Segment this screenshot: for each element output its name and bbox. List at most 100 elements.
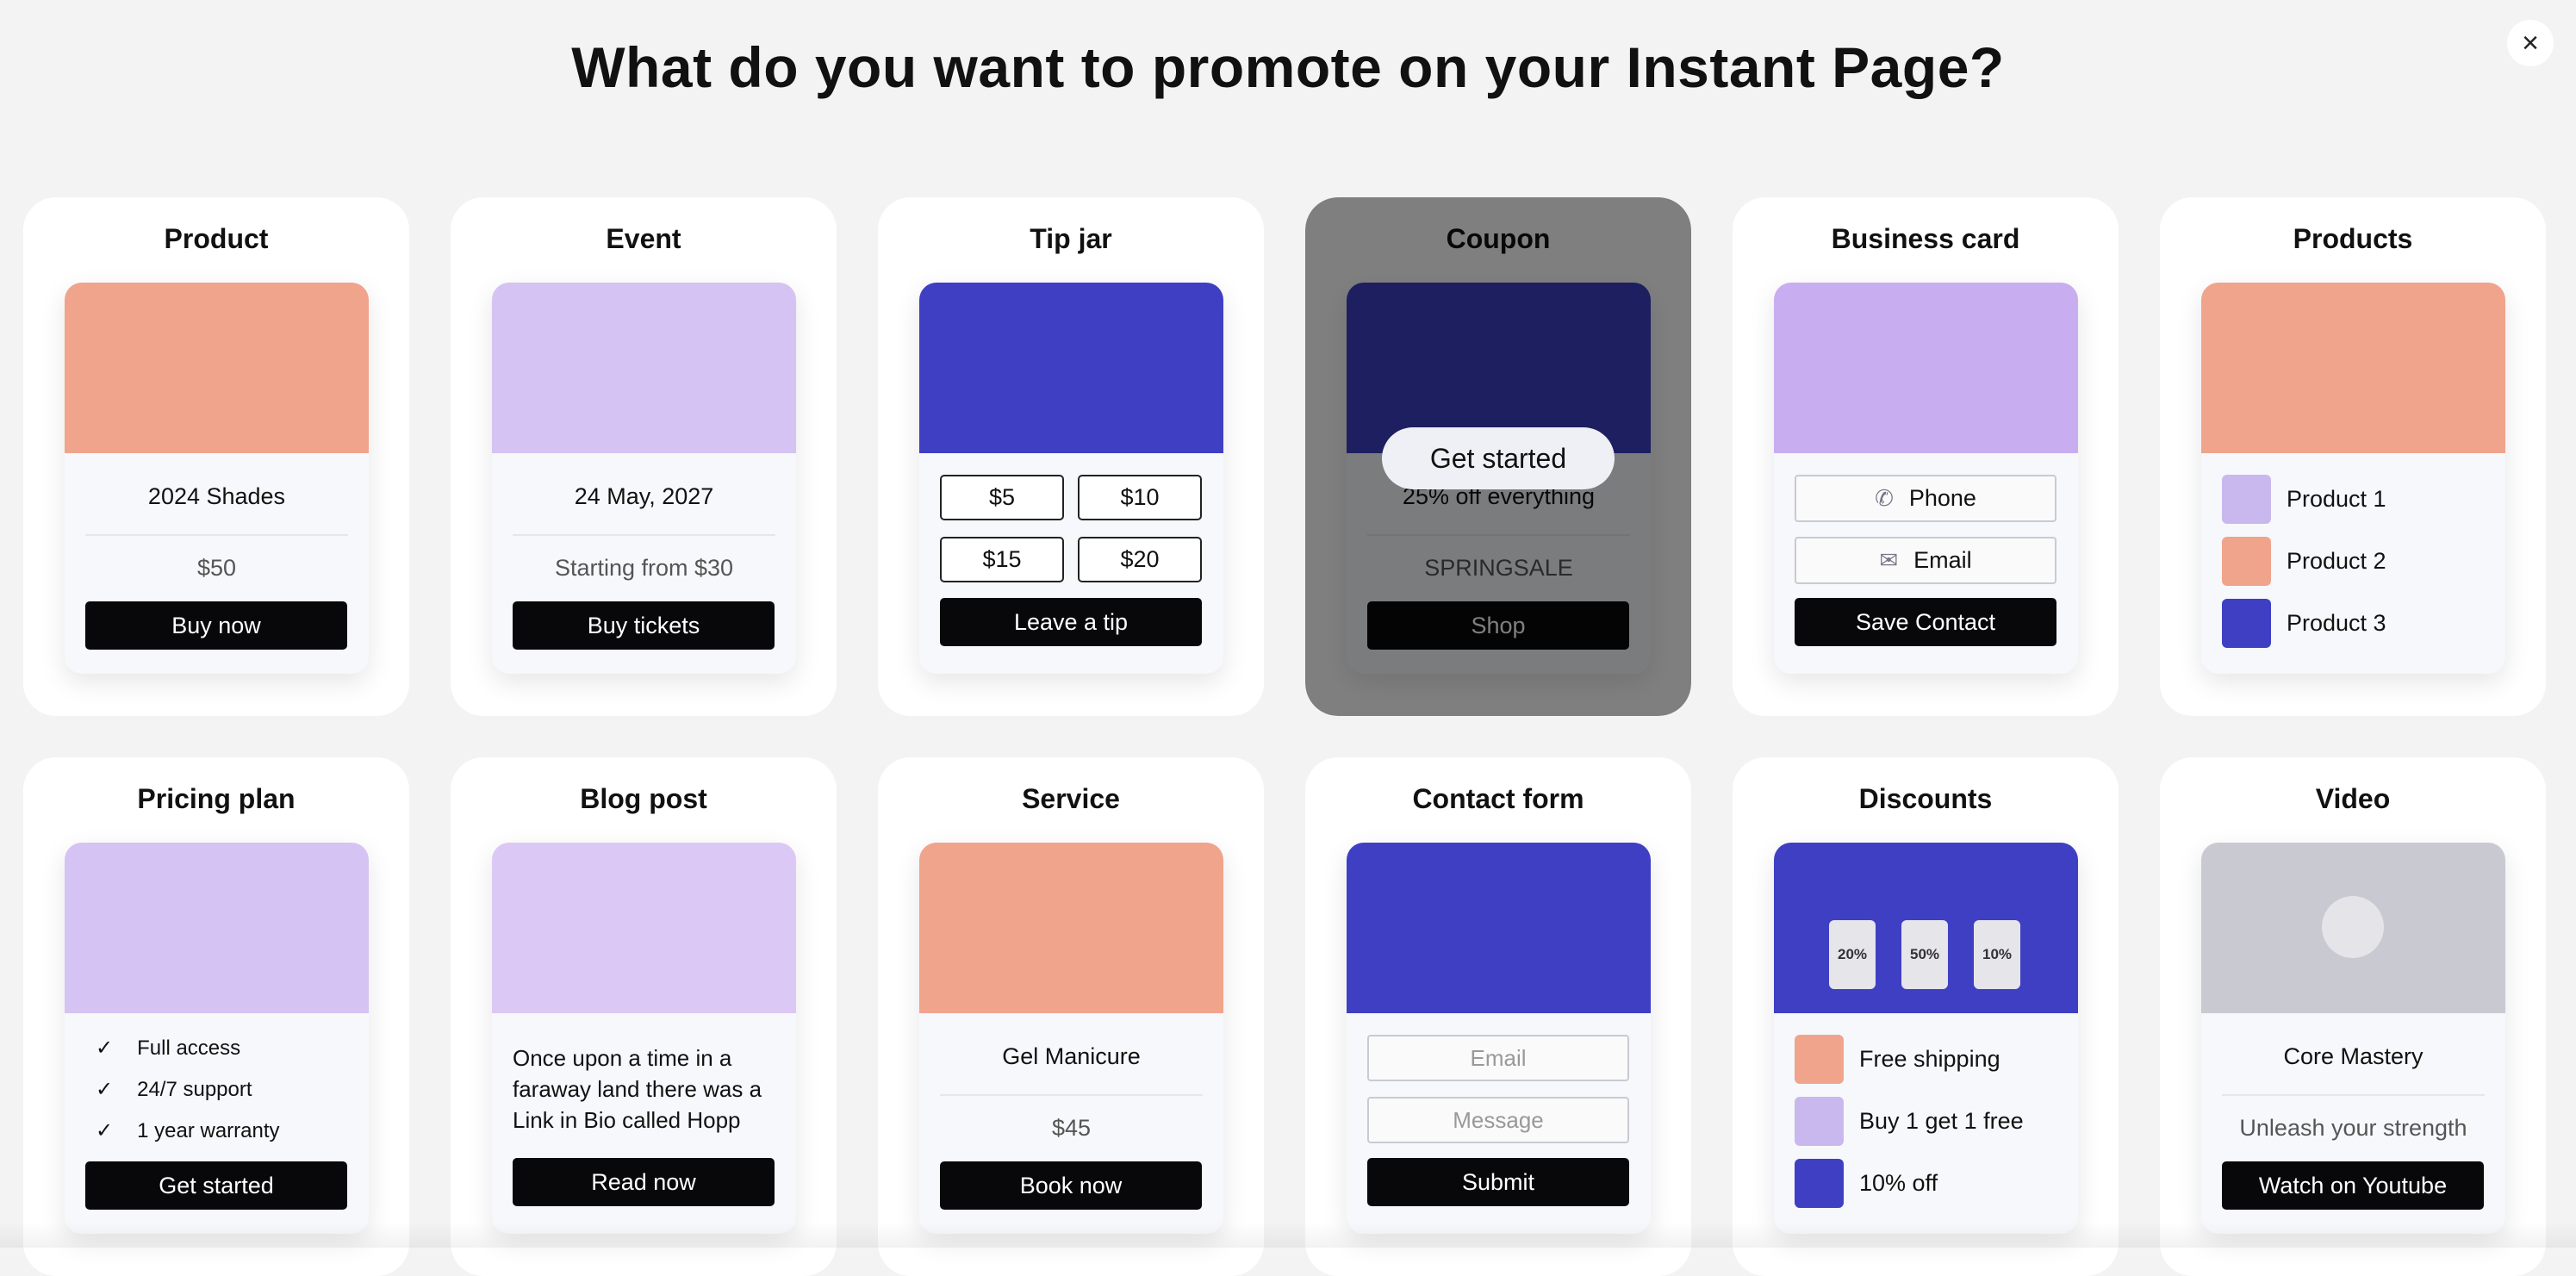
post-excerpt: Once upon a time in a faraway land there… <box>513 1043 775 1136</box>
template-grid: Product 2024 Shades$50Buy now Event 24 May,… <box>23 197 2546 1276</box>
preview-card: 2024 Shades$50Buy now <box>65 283 369 674</box>
tile-product[interactable]: Product 2024 Shades$50Buy now <box>23 197 409 716</box>
tile-service[interactable]: Service Gel Manicure $45 Book now <box>878 757 1264 1276</box>
price-tag: 10% <box>1974 920 2020 989</box>
preview-body: 2024 Shades$50Buy now <box>65 453 369 674</box>
preview-image <box>2201 283 2505 453</box>
tile-title: Discounts <box>1733 783 2119 815</box>
item-thumbnail <box>1795 1035 1844 1084</box>
divider <box>940 1094 1203 1096</box>
item-label: Free shipping <box>1859 1046 2000 1073</box>
tile-title: Contact form <box>1305 783 1691 815</box>
tile-discounts[interactable]: Discounts20%50%10%Free shippingBuy 1 get… <box>1733 757 2119 1276</box>
list-item[interactable]: 10% off <box>1795 1159 1938 1208</box>
action-label: Phone <box>1909 485 1976 512</box>
item-name: 24 May, 2027 <box>492 483 796 510</box>
cta-button[interactable]: Book now <box>940 1161 1202 1210</box>
item-name: Gel Manicure <box>919 1043 1223 1070</box>
tile-title: Products <box>2160 223 2546 255</box>
preview-card: 24 May, 2027 Starting from $30 Buy tickets <box>492 283 796 674</box>
feature-item: ✓ 1 year warranty <box>96 1118 280 1143</box>
check-icon: ✓ <box>96 1036 113 1061</box>
item-label: Product 1 <box>2287 486 2386 513</box>
item-thumbnail <box>2222 537 2271 586</box>
preview-image <box>65 283 369 453</box>
tile-title: Video <box>2160 783 2546 815</box>
cta-button[interactable]: Leave a tip <box>940 598 1202 646</box>
item-name: Core Mastery <box>2201 1043 2505 1070</box>
contact-email-button[interactable]: ✉ Email <box>1795 537 2056 584</box>
tile-title: Service <box>878 783 1264 815</box>
tile-video[interactable]: Video Core Mastery Unleash your strength Wa… <box>2160 757 2546 1276</box>
tip-option[interactable]: $10 <box>1078 475 1202 520</box>
preview-card: Product 1 Product 2 Product 3 <box>2201 283 2505 674</box>
item-label: Product 2 <box>2287 548 2386 575</box>
preview-image <box>919 843 1223 1013</box>
item-thumbnail <box>2222 599 2271 648</box>
tile-business-card[interactable]: Business card✆Phone✉EmailSave Contact <box>1733 197 2119 716</box>
preview-body: ✓ Full access ✓24/7 support ✓ 1 year warrant… <box>65 1013 369 1234</box>
preview-body: Free shipping Buy 1 get 1 free 10% off <box>1774 1013 2078 1234</box>
tile-pricing-plan[interactable]: Pricing plan ✓ Full access ✓24/7 support ✓ 1 … <box>23 757 409 1276</box>
get-started-button[interactable]: Get started <box>1382 427 1615 489</box>
list-item[interactable]: Free shipping <box>1795 1035 2000 1084</box>
item-price: Unleash your strength <box>2201 1115 2505 1142</box>
tile-title: Tip jar <box>878 223 1264 255</box>
list-item[interactable]: Product 2 <box>2222 537 2386 586</box>
divider <box>85 534 348 536</box>
tip-option[interactable]: $15 <box>940 537 1064 582</box>
preview-body: Email Message Submit <box>1347 1013 1651 1234</box>
tile-coupon[interactable]: Coupon25% off everythingSPRINGSALEShopGe… <box>1305 197 1691 716</box>
phone-icon: ✆ <box>1875 485 1894 512</box>
item-label: 10% off <box>1859 1170 1938 1197</box>
item-price: $45 <box>919 1115 1223 1142</box>
cta-button[interactable]: Submit <box>1367 1158 1629 1206</box>
divider <box>513 534 775 536</box>
preview-body: Gel Manicure $45 Book now <box>919 1013 1223 1234</box>
tile-event[interactable]: Event 24 May, 2027 Starting from $30 Buy ti… <box>451 197 837 716</box>
tile-products[interactable]: Products Product 1 Product 2 Product 3 <box>2160 197 2546 716</box>
price-tag: 20% <box>1829 920 1876 989</box>
tile-title: Product <box>23 223 409 255</box>
item-label: Product 3 <box>2287 610 2386 637</box>
item-label: Buy 1 get 1 free <box>1859 1108 2024 1135</box>
tile-blog-post[interactable]: Blog post Once upon a time in a faraway l… <box>451 757 837 1276</box>
preview-image <box>492 283 796 453</box>
tile-contact-form[interactable]: Contact form Email Message Submit <box>1305 757 1691 1276</box>
check-icon: ✓ <box>96 1118 113 1143</box>
preview-body: Once upon a time in a faraway land there… <box>492 1013 796 1234</box>
preview-card: $5 $10 $15 $20 Leave a tip <box>919 283 1223 674</box>
contact-phone-button[interactable]: ✆ Phone <box>1795 475 2056 522</box>
email-input[interactable]: Email <box>1367 1035 1629 1081</box>
cta-button[interactable]: Save Contact <box>1795 598 2056 646</box>
action-label: Email <box>1913 547 1972 574</box>
cta-button[interactable]: Buy tickets <box>513 601 775 650</box>
tile-title: Blog post <box>451 783 837 815</box>
feature-label: Full access <box>137 1036 240 1061</box>
feature-label: 1 year warranty <box>137 1119 279 1143</box>
message-input[interactable]: Message <box>1367 1097 1629 1143</box>
mail-icon: ✉ <box>1879 547 1898 574</box>
page-title: What do you want to promote on your Inst… <box>0 34 2576 100</box>
play-icon[interactable] <box>2322 896 2384 958</box>
tile-tip-jar[interactable]: Tip jar $5 $10 $15 $20 Leave a tip <box>878 197 1264 716</box>
tip-option[interactable]: $5 <box>940 475 1064 520</box>
list-item[interactable]: Product 3 <box>2222 599 2386 648</box>
list-item[interactable]: Product 1 <box>2222 475 2386 524</box>
cta-button[interactable]: Get started <box>85 1161 347 1210</box>
preview-body: 24 May, 2027 Starting from $30 Buy tickets <box>492 453 796 674</box>
preview-image <box>919 283 1223 453</box>
close-button[interactable]: × <box>2507 20 2554 66</box>
feature-label: 24/7 support <box>137 1078 252 1102</box>
cta-button[interactable]: Read now <box>513 1158 775 1206</box>
preview-image <box>1774 283 2078 453</box>
item-price: Starting from $30 <box>492 555 796 582</box>
tip-option[interactable]: $20 <box>1078 537 1202 582</box>
tile-title: Event <box>451 223 837 255</box>
cta-button[interactable]: Buy now <box>85 601 347 650</box>
preview-card: ✆ Phone ✉ Email Save Contact <box>1774 283 2078 674</box>
tile-title: Pricing plan <box>23 783 409 815</box>
list-item[interactable]: Buy 1 get 1 free <box>1795 1097 2024 1146</box>
cta-button[interactable]: Watch on Youtube <box>2222 1161 2484 1210</box>
feature-item: ✓24/7 support <box>96 1077 252 1102</box>
